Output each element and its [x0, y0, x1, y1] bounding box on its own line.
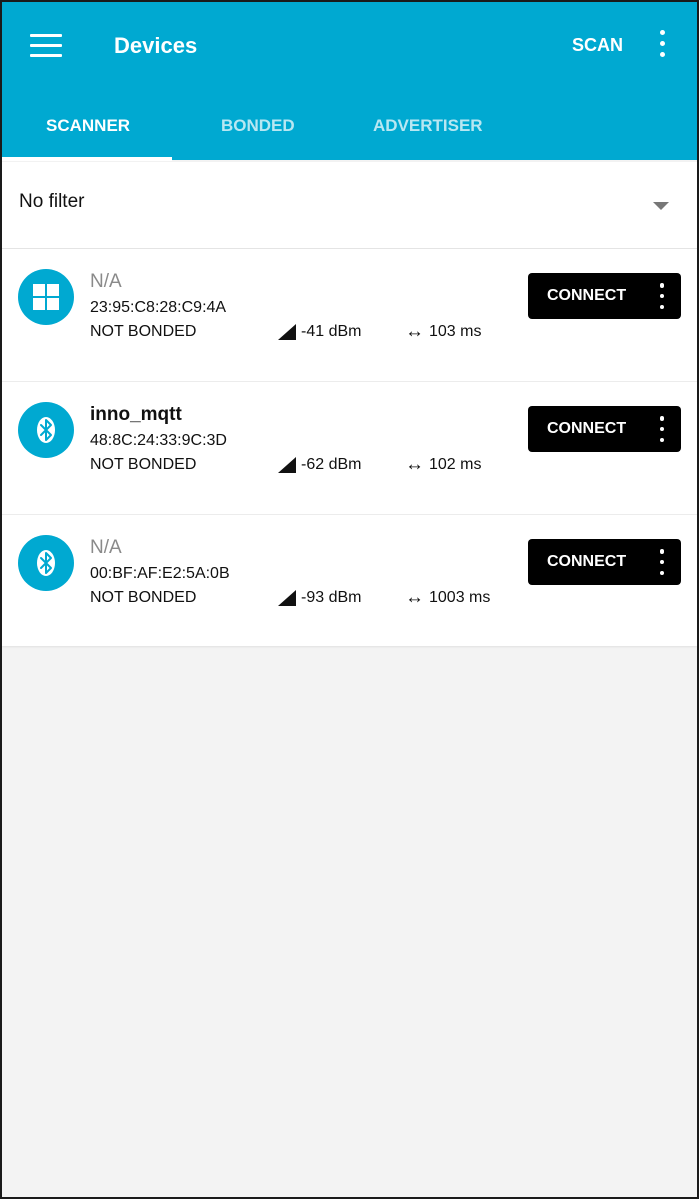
- device-name: inno_mqtt: [90, 404, 182, 425]
- dropdown-caret-icon: [653, 202, 669, 210]
- tab-advertiser[interactable]: ADVERTISER: [373, 116, 483, 136]
- rssi-value: -93 dBm: [301, 589, 362, 606]
- tab-active-indicator: [2, 157, 172, 161]
- app-frame: Devices SCAN SCANNER BONDED ADVERTISER N…: [0, 0, 699, 1199]
- app-bar: Devices SCAN SCANNER BONDED ADVERTISER: [2, 2, 697, 161]
- device-bond-state: NOT BONDED: [90, 589, 197, 606]
- connect-button[interactable]: CONNECT: [528, 273, 681, 319]
- device-interval: ↔ 102 ms: [405, 454, 482, 475]
- tab-bar: SCANNER BONDED ADVERTISER: [2, 102, 697, 161]
- interval-arrows-icon: ↔: [405, 454, 424, 475]
- more-vert-icon[interactable]: [652, 30, 672, 57]
- bluetooth-icon: [18, 402, 74, 458]
- interval-value: 1003 ms: [429, 589, 491, 606]
- device-rssi: -93 dBm: [278, 589, 361, 607]
- more-vert-icon[interactable]: [654, 549, 670, 575]
- device-bond-state: NOT BONDED: [90, 456, 197, 473]
- hamburger-menu-icon[interactable]: [30, 34, 62, 58]
- rssi-value: -41 dBm: [301, 323, 362, 340]
- signal-strength-icon: [278, 324, 296, 340]
- signal-strength-icon: [278, 457, 296, 473]
- device-interval: ↔ 103 ms: [405, 321, 482, 342]
- signal-strength-icon: [278, 590, 296, 606]
- scan-button[interactable]: SCAN: [572, 35, 623, 56]
- device-list-item[interactable]: inno_mqtt 48:8C:24:33:9C:3D NOT BONDED -…: [2, 382, 697, 515]
- interval-value: 103 ms: [429, 323, 482, 340]
- device-name: N/A: [90, 537, 122, 558]
- tab-scanner[interactable]: SCANNER: [46, 116, 130, 136]
- connect-label: CONNECT: [547, 420, 627, 437]
- filter-label: No filter: [19, 191, 85, 212]
- connect-button[interactable]: CONNECT: [528, 406, 681, 452]
- connect-label: CONNECT: [547, 553, 627, 570]
- interval-arrows-icon: ↔: [405, 587, 424, 608]
- interval-value: 102 ms: [429, 456, 482, 473]
- device-mac-address: 23:95:C8:28:C9:4A: [90, 299, 227, 316]
- device-rssi: -62 dBm: [278, 456, 361, 474]
- device-mac-address: 48:8C:24:33:9C:3D: [90, 432, 227, 449]
- tab-bonded[interactable]: BONDED: [221, 116, 295, 136]
- device-list-item[interactable]: N/A 23:95:C8:28:C9:4A NOT BONDED -41 dBm…: [2, 249, 697, 382]
- connect-button[interactable]: CONNECT: [528, 539, 681, 585]
- page-title: Devices: [114, 33, 198, 58]
- bluetooth-icon: [18, 535, 74, 591]
- interval-arrows-icon: ↔: [405, 321, 424, 342]
- device-rssi: -41 dBm: [278, 323, 361, 341]
- device-list-panel: No filter N/A 23:95:C8:28:C9:4A NOT BOND…: [2, 162, 697, 646]
- windows-icon: [18, 269, 74, 325]
- device-mac-address: 00:BF:AF:E2:5A:0B: [90, 565, 230, 582]
- filter-dropdown[interactable]: No filter: [2, 162, 697, 249]
- device-interval: ↔ 1003 ms: [405, 587, 491, 608]
- more-vert-icon[interactable]: [654, 283, 670, 309]
- device-list-item[interactable]: N/A 00:BF:AF:E2:5A:0B NOT BONDED -93 dBm…: [2, 515, 697, 647]
- device-name: N/A: [90, 271, 122, 292]
- device-bond-state: NOT BONDED: [90, 323, 197, 340]
- more-vert-icon[interactable]: [654, 416, 670, 442]
- connect-label: CONNECT: [547, 287, 627, 304]
- rssi-value: -62 dBm: [301, 456, 362, 473]
